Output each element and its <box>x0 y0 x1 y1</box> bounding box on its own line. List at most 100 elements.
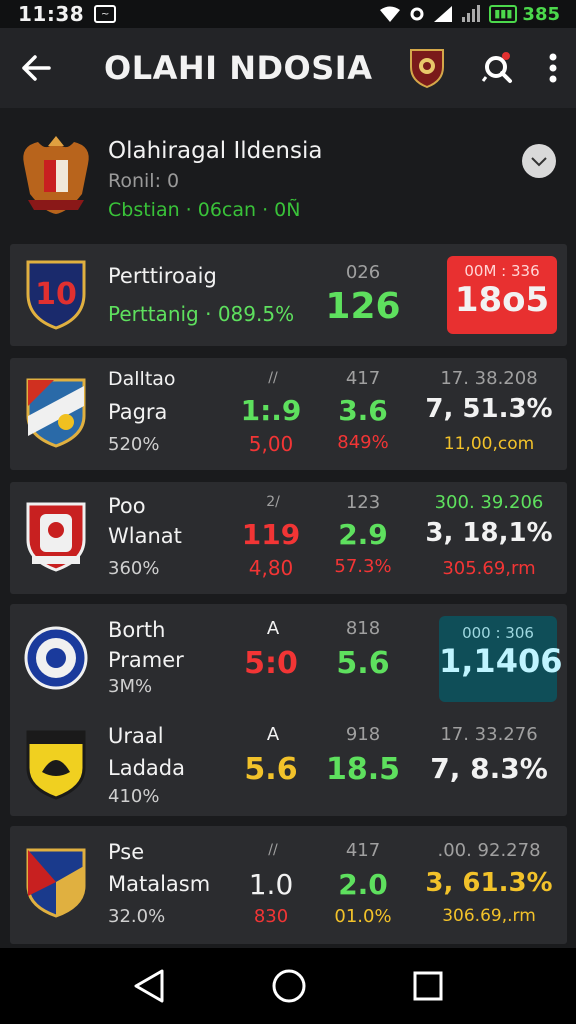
team-right-sub: 306.69,.rm <box>442 906 536 926</box>
more-vert-icon[interactable] <box>548 53 558 83</box>
app-bar: OLAHI NDOSIA <box>0 28 576 108</box>
team-col-value: 2.9 <box>338 518 388 551</box>
team-mid-label: // <box>268 370 278 386</box>
team-right-value: 7, 8.3% <box>430 752 548 785</box>
team-name-line2: Ladada <box>108 756 185 780</box>
back-arrow-icon <box>22 55 51 81</box>
team-box-value: 1,1406 <box>439 642 563 680</box>
featured-value: 126 <box>325 286 401 327</box>
team-right-label: 300. 39.206 <box>434 492 544 513</box>
nav-recents-icon[interactable] <box>412 970 444 1002</box>
team-right-label: 17. 38.208 <box>440 368 538 389</box>
team-name-line1: Dalltao <box>108 368 176 390</box>
team-card[interactable]: Pse Matalasm 32.0% // 1.0 830 417 2.0 01… <box>10 826 567 944</box>
team-name-line1: Poo <box>108 494 146 518</box>
team-crest-icon <box>24 626 88 690</box>
app-title: OLAHI NDOSIA <box>104 49 373 87</box>
team-box-top: 000 : 306 <box>462 624 534 642</box>
team-mid-value: 1.0 <box>248 868 294 901</box>
nav-home-icon[interactable] <box>271 968 307 1004</box>
search-icon[interactable] <box>480 51 514 85</box>
wifi-icon <box>380 6 401 22</box>
team-right-value: 3, 61.3% <box>425 868 553 898</box>
status-time: 11:38 <box>18 2 85 26</box>
team-card[interactable]: Poo Wlanat 360% 2/ 119 4,80 123 2.9 57.3… <box>10 482 567 594</box>
team-name-line1: Borth <box>108 618 166 642</box>
team-right-sub: 305.69,rm <box>442 558 536 579</box>
featured-box-top: 00M : 336 <box>464 262 540 280</box>
featured-box-value: 18o5 <box>454 280 550 320</box>
team-mid-label: 2/ <box>266 494 280 510</box>
collapse-button[interactable] <box>522 144 556 178</box>
featured-sub: Perttanig · 089.5% <box>108 302 295 326</box>
status-bar: 11:38 ~ ▮▮▮ 385 <box>0 0 576 28</box>
team-pct: 520% <box>108 434 160 455</box>
shield-badge-icon[interactable] <box>408 47 446 89</box>
team-score-box[interactable]: 000 : 306 1,1406 <box>439 616 563 702</box>
team-mid-sub: 830 <box>253 906 289 927</box>
team-mid-value: 119 <box>241 518 301 551</box>
team-pct: 32.0% <box>108 906 166 927</box>
signal-bars-icon <box>462 5 481 22</box>
team-mid-sub: 4,80 <box>248 556 294 580</box>
team-right-value: 3, 18,1% <box>425 518 553 548</box>
team-mid-label: A <box>266 724 280 745</box>
team-pct: 360% <box>108 558 160 579</box>
team-name-line2: Pagra <box>108 400 168 424</box>
battery-icon: ▮▮▮ <box>489 5 518 23</box>
team-mid-sub: 5,00 <box>248 432 294 456</box>
league-crest-icon <box>23 136 89 214</box>
team-right-sub: 11,00,com <box>443 434 535 454</box>
team-crest-icon <box>26 378 86 448</box>
app-actions <box>408 47 576 89</box>
team-right-label: .00. 92.278 <box>437 840 541 861</box>
system-nav-bar <box>0 948 576 1024</box>
team-name-line2: Matalasm <box>108 872 211 896</box>
league-name: Olahiragal Ildensia <box>108 138 323 164</box>
featured-name: Perttiroaig <box>108 264 217 288</box>
team-card[interactable]: Borth Pramer 3M% A 5:0 818 5.6 000 : 306… <box>10 604 567 710</box>
team-col-sub: 849% <box>337 432 389 453</box>
team-crest-icon <box>26 848 86 918</box>
team-name-line2: Wlanat <box>108 524 182 548</box>
content: Olahiragal Ildensia Ronil: 0 Cbstian · 0… <box>0 108 576 948</box>
team-pct: 410% <box>108 786 160 807</box>
team-col-value: 5.6 <box>336 646 390 681</box>
battery-indicator: ▮▮▮ 385 <box>489 4 560 25</box>
team-crest-icon <box>26 502 86 572</box>
featured-col-label: 026 <box>345 262 381 283</box>
team-right-value-text: 7, 51.3% <box>425 394 553 424</box>
league-status: Cbstian · 06can · 0Ñ <box>108 199 301 221</box>
team-card[interactable]: Dalltao Pagra 520% // 1:.9 5,00 417 3.6 … <box>10 358 567 470</box>
team-col-value: 3.6 <box>338 394 388 427</box>
nav-back-icon[interactable] <box>132 968 166 1004</box>
status-left: 11:38 ~ <box>18 2 117 26</box>
team-name-line2: Pramer <box>108 648 184 672</box>
team-mid-value: 1:.9 <box>240 394 302 427</box>
back-button[interactable] <box>0 28 72 108</box>
team-crest-icon <box>26 730 86 800</box>
team-card[interactable]: Uraal Ladada 410% A 5.6 918 18.5 17. 33.… <box>10 710 567 816</box>
featured-match-card[interactable]: 10 Perttiroaig Perttanig · 089.5% 026 12… <box>10 244 567 346</box>
team-col-value: 18.5 <box>325 752 401 787</box>
team-card-group: Borth Pramer 3M% A 5:0 818 5.6 000 : 306… <box>10 604 567 816</box>
team-col-label: 818 <box>345 618 381 639</box>
team-mid-value: 5:0 <box>244 646 298 681</box>
team-col-label: 123 <box>345 492 381 513</box>
battery-text: 385 <box>522 3 560 25</box>
svg-text:10: 10 <box>35 277 77 312</box>
team-col-sub: 01.0% <box>334 906 392 927</box>
team-mid-value: 5.6 <box>244 752 298 787</box>
featured-score-box[interactable]: 00M : 336 18o5 <box>447 256 557 334</box>
team-crest-icon: 10 <box>26 260 86 330</box>
team-right-value: 7, 51.3% <box>418 394 560 424</box>
team-col-label: 417 <box>345 840 381 861</box>
status-right: ▮▮▮ 385 <box>379 4 560 25</box>
team-col-sub: 57.3% <box>334 556 392 577</box>
settings-icon <box>410 7 424 21</box>
notification-icon: ~ <box>94 5 117 23</box>
collapse-icon <box>531 157 547 167</box>
team-pct: 3M% <box>108 676 153 697</box>
team-col-value: 2.0 <box>338 868 388 901</box>
league-header[interactable]: Olahiragal Ildensia Ronil: 0 Cbstian · 0… <box>0 108 576 236</box>
